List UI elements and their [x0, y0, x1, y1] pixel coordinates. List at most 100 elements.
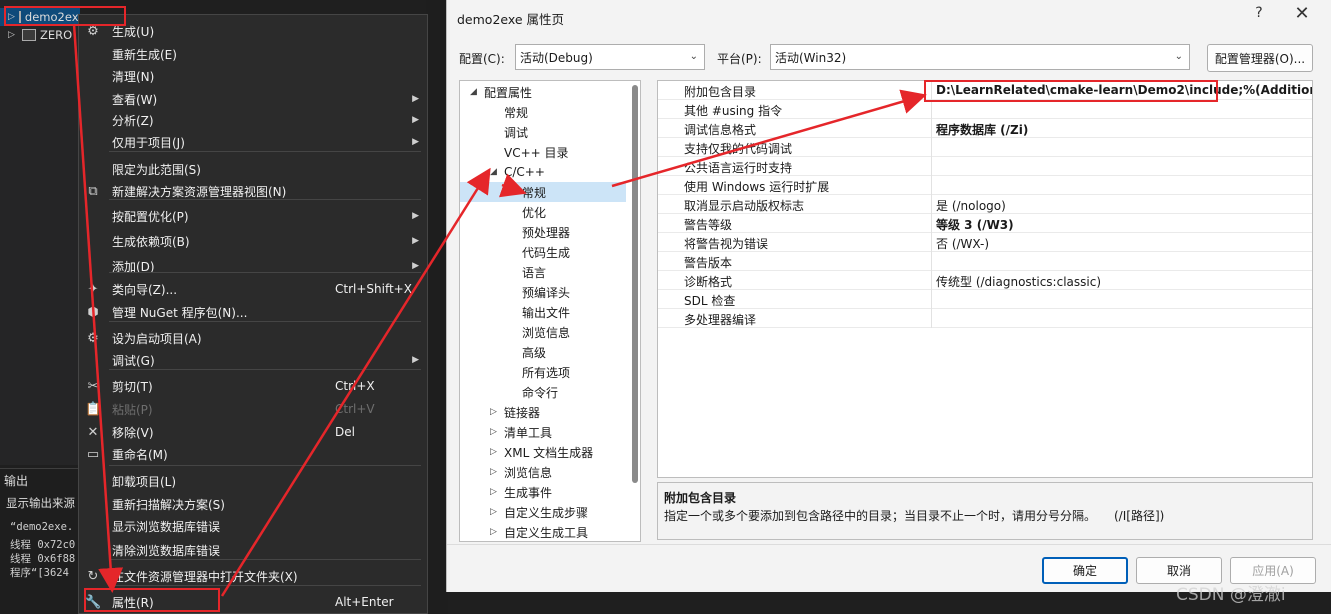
tree-scrollbar[interactable] [632, 85, 638, 483]
menu-item[interactable]: 🔧 属性(R) Alt+Enter [79, 591, 427, 613]
menu-item[interactable]: 分析(Z) ▶ [79, 109, 427, 131]
tree-node[interactable]: ▷ 清单工具 [460, 422, 626, 442]
submenu-arrow-icon: ▶ [412, 115, 419, 125]
tree-node[interactable]: 代码生成 [460, 242, 626, 262]
tree-node[interactable]: 优化 [460, 202, 626, 222]
property-row[interactable]: 将警告视为错误 否 (/WX-) [658, 233, 1312, 252]
tree-node[interactable]: 浏览信息 [460, 322, 626, 342]
menu-item-label: 清除浏览数据库错误 [112, 543, 221, 558]
menu-item[interactable]: ⚙ 设为启动项目(A) [79, 327, 427, 349]
tree-node[interactable]: ▷ XML 文档生成器 [460, 442, 626, 462]
menu-item[interactable]: 仅用于项目(J) ▶ [79, 131, 427, 153]
menu-item[interactable]: 卸载项目(L) [79, 470, 427, 492]
property-value[interactable]: 传统型 (/diagnostics:classic) [936, 273, 1101, 290]
grid-column-divider[interactable] [931, 81, 932, 328]
tree-node[interactable]: VC++ 目录 [460, 142, 626, 162]
expand-triangle-icon[interactable]: ▷ [490, 507, 497, 517]
menu-item-label: 管理 NuGet 程序包(N)... [112, 305, 248, 320]
menu-item[interactable]: 限定为此范围(S) [79, 158, 427, 180]
expand-triangle-icon[interactable]: ▷ [490, 447, 497, 457]
expand-arrow-icon[interactable]: ▷ [8, 12, 15, 22]
tree-node[interactable]: 语言 [460, 262, 626, 282]
tree-node[interactable]: 调试 [460, 122, 626, 142]
menu-item[interactable]: ↻ 在文件资源管理器中打开文件夹(X) [79, 565, 427, 587]
property-row[interactable]: 使用 Windows 运行时扩展 [658, 176, 1312, 195]
menu-item[interactable]: 清理(N) [79, 65, 427, 87]
expand-triangle-icon[interactable]: ▷ [490, 527, 497, 537]
menu-item[interactable]: 调试(G) ▶ [79, 349, 427, 371]
expand-triangle-icon[interactable]: ▷ [490, 427, 497, 437]
expand-triangle-icon[interactable]: ▷ [490, 487, 497, 497]
tree-node[interactable]: ▷ 生成事件 [460, 482, 626, 502]
menu-item[interactable]: ⬢ 管理 NuGet 程序包(N)... [79, 301, 427, 323]
property-value[interactable]: 是 (/nologo) [936, 197, 1006, 214]
tree-node-label: C/C++ [504, 165, 545, 179]
config-select-value: 活动(Debug) [520, 50, 593, 65]
property-row[interactable]: 多处理器编译 [658, 309, 1312, 328]
solution-item-demo2exe[interactable]: ▷ demo2exe [0, 8, 80, 26]
config-select[interactable]: 活动(Debug) ⌄ [515, 44, 705, 70]
tree-node[interactable]: 预处理器 [460, 222, 626, 242]
menu-item[interactable]: ✂ 剪切(T) Ctrl+X [79, 375, 427, 397]
menu-item[interactable]: 重新生成(E) [79, 43, 427, 65]
config-manager-button[interactable]: 配置管理器(O)... [1207, 44, 1313, 72]
menu-item-label: 剪切(T) [112, 379, 153, 394]
tree-node[interactable]: ▷ 浏览信息 [460, 462, 626, 482]
tree-node-label: 调试 [504, 125, 529, 140]
property-value[interactable]: 程序数据库 (/Zi) [936, 121, 1028, 138]
property-row[interactable]: SDL 检查 [658, 290, 1312, 309]
expand-arrow-icon[interactable]: ▷ [8, 30, 18, 40]
tree-node[interactable]: 所有选项 [460, 362, 626, 382]
menu-item[interactable]: 清除浏览数据库错误 [79, 539, 427, 561]
menu-item[interactable]: ✦ 类向导(Z)... Ctrl+Shift+X [79, 278, 427, 300]
property-row[interactable]: 调试信息格式 程序数据库 (/Zi) [658, 119, 1312, 138]
solution-item-zero[interactable]: ▷ ZERO [0, 26, 80, 44]
tree-node[interactable]: ▷ 链接器 [460, 402, 626, 422]
tree-node[interactable]: 常规 [460, 182, 626, 202]
collapse-triangle-icon[interactable]: ◢ [470, 87, 477, 97]
tree-node[interactable]: ▷ 自定义生成工具 [460, 522, 626, 541]
property-row[interactable]: 诊断格式 传统型 (/diagnostics:classic) [658, 271, 1312, 290]
property-row[interactable]: 支持仅我的代码调试 [658, 138, 1312, 157]
tree-node[interactable]: 命令行 [460, 382, 626, 402]
property-value[interactable]: 否 (/WX-) [936, 235, 989, 252]
menu-item[interactable]: ✕ 移除(V) Del [79, 421, 427, 443]
property-row[interactable]: 警告等级 等级 3 (/W3) [658, 214, 1312, 233]
tree-node[interactable]: 高级 [460, 342, 626, 362]
property-row[interactable]: 取消显示启动版权标志 是 (/nologo) [658, 195, 1312, 214]
menu-item[interactable]: 查看(W) ▶ [79, 88, 427, 110]
property-row[interactable]: 其他 #using 指令 [658, 100, 1312, 119]
menu-item[interactable]: 📋 粘贴(P) Ctrl+V [79, 398, 427, 420]
tree-node-label: 输出文件 [522, 305, 571, 320]
tree-node-label: 语言 [522, 265, 547, 280]
menu-item[interactable]: 重新扫描解决方案(S) [79, 493, 427, 515]
close-button[interactable]: ✕ [1291, 3, 1313, 24]
expand-triangle-icon[interactable]: ▷ [490, 407, 497, 417]
tree-node[interactable]: 输出文件 [460, 302, 626, 322]
output-line: 程序“[3624 [10, 567, 69, 579]
menu-item[interactable]: 生成依赖项(B) ▶ [79, 230, 427, 252]
collapse-triangle-icon[interactable]: ◢ [490, 167, 497, 177]
property-row[interactable]: 警告版本 [658, 252, 1312, 271]
tree-node[interactable]: ◢ 配置属性 [460, 82, 626, 102]
property-row[interactable]: 附加包含目录 D:\LearnRelated\cmake-learn\Demo2\… [658, 81, 1312, 100]
tree-node[interactable]: ◢ C/C++ [460, 162, 626, 182]
tree-node-label: 链接器 [504, 405, 541, 420]
platform-select[interactable]: 活动(Win32) ⌄ [770, 44, 1190, 70]
help-button[interactable]: ? [1249, 5, 1269, 21]
tree-node[interactable]: ▷ 自定义生成步骤 [460, 502, 626, 522]
menu-item[interactable]: 按配置优化(P) ▶ [79, 205, 427, 227]
remove-icon: ✕ [87, 424, 99, 440]
property-value[interactable]: 等级 3 (/W3) [936, 216, 1014, 233]
menu-item[interactable]: ▭ 重命名(M) [79, 443, 427, 465]
tree-node[interactable]: 常规 [460, 102, 626, 122]
property-row[interactable]: 公共语言运行时支持 [658, 157, 1312, 176]
submenu-arrow-icon: ▶ [412, 137, 419, 147]
ok-button[interactable]: 确定 [1042, 557, 1128, 584]
menu-item[interactable]: 显示浏览数据库错误 [79, 515, 427, 537]
tree-node[interactable]: 预编译头 [460, 282, 626, 302]
property-value[interactable]: D:\LearnRelated\cmake-learn\Demo2\includ… [936, 83, 1312, 97]
expand-triangle-icon[interactable]: ▷ [490, 467, 497, 477]
menu-item[interactable]: 添加(D) ▶ [79, 255, 427, 277]
menu-item[interactable]: ⚙ 生成(U) [79, 20, 427, 42]
